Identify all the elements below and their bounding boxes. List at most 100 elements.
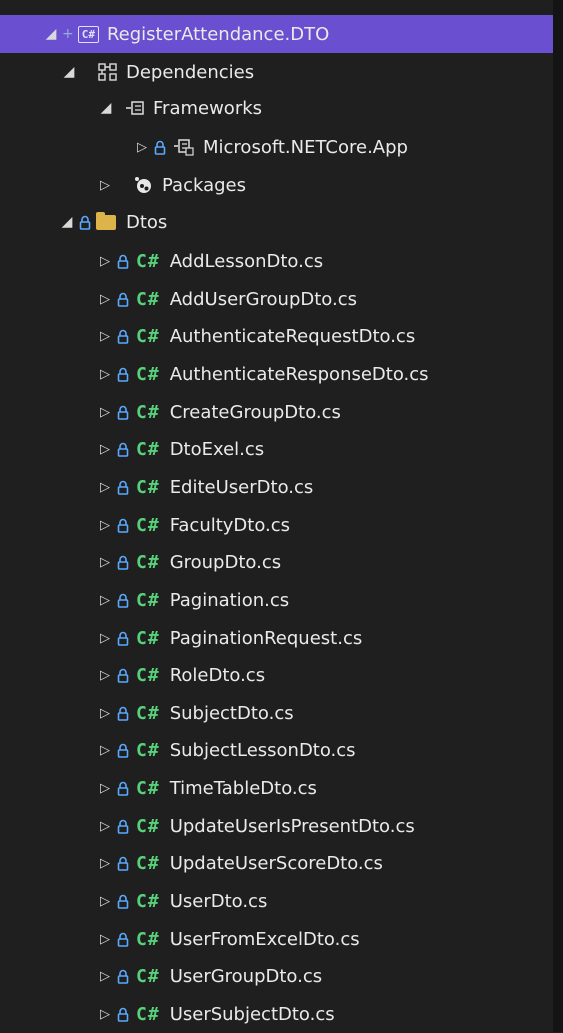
csharp-file-icon: C# (136, 288, 160, 310)
lock-icon (116, 253, 130, 269)
csharp-file-icon: C# (136, 739, 160, 761)
scrollbar-track[interactable] (553, 0, 563, 1032)
lock-icon (116, 931, 130, 947)
tree-item-file[interactable]: ▷ C# EditeUserDto.cs (0, 468, 553, 506)
tree-item-packages[interactable]: ▷ Packages (0, 166, 553, 204)
expand-arrow-icon[interactable]: ▷ (98, 291, 112, 307)
expand-arrow-icon[interactable]: ▷ (98, 479, 112, 495)
file-label: PaginationRequest.cs (169, 627, 363, 649)
tree-item-file[interactable]: ▷ C# UpdateUserIsPresentDto.cs (0, 807, 553, 845)
tree-item-frameworks[interactable]: ◢ Frameworks (0, 89, 553, 127)
tree-item-file[interactable]: ▷ C# SubjectLessonDto.cs (0, 731, 553, 769)
tree-item-file[interactable]: ▷ C# UserGroupDto.cs (0, 957, 553, 995)
netcore-label: Microsoft.NETCore.App (203, 136, 408, 158)
tree-item-file[interactable]: ▷ C# AddUserGroupDto.cs (0, 280, 553, 318)
lock-icon (116, 705, 130, 721)
project-label: RegisterAttendance.DTO (106, 23, 330, 45)
lock-icon (116, 441, 130, 457)
lock-icon (116, 855, 130, 871)
csharp-file-icon: C# (136, 589, 160, 611)
file-label: GroupDto.cs (169, 551, 282, 573)
csharp-file-icon: C# (136, 928, 160, 950)
lock-icon (116, 592, 130, 608)
frameworks-label: Frameworks (153, 97, 263, 119)
file-label: UserSubjectDto.cs (169, 1003, 335, 1025)
csharp-file-icon: C# (136, 965, 160, 987)
lock-icon (116, 291, 130, 307)
packages-icon (134, 176, 154, 194)
lock-icon (116, 328, 130, 344)
expand-arrow-icon[interactable]: ▷ (98, 554, 112, 570)
collapse-arrow-icon[interactable]: ◢ (99, 100, 113, 116)
expand-arrow-icon[interactable]: ▷ (98, 630, 112, 646)
expand-arrow-icon[interactable]: ▷ (98, 366, 112, 382)
tree-item-file[interactable]: ▷ C# DtoExel.cs (0, 430, 553, 468)
collapse-arrow-icon[interactable]: ◢ (44, 26, 58, 42)
tree-item-file[interactable]: ▷ C# AuthenticateRequestDto.cs (0, 317, 553, 355)
tree-item-file[interactable]: ▷ C# SubjectDto.cs (0, 694, 553, 732)
folder-icon (96, 211, 116, 230)
lock-icon (116, 554, 130, 570)
csharp-file-icon: C# (136, 664, 160, 686)
expand-arrow-icon[interactable]: ▷ (98, 780, 112, 796)
lock-icon (116, 630, 130, 646)
expand-arrow-icon[interactable]: ▷ (98, 968, 112, 984)
expand-arrow-icon[interactable]: ▷ (98, 893, 112, 909)
tree-item-file[interactable]: ▷ C# RoleDto.cs (0, 656, 553, 694)
file-label: AuthenticateResponseDto.cs (169, 363, 429, 385)
collapse-arrow-icon[interactable]: ◢ (62, 64, 76, 80)
file-label: SubjectDto.cs (169, 702, 294, 724)
tree-item-file[interactable]: ▷ C# AddLessonDto.cs (0, 242, 553, 280)
tree-item-file[interactable]: ▷ C# Pagination.cs (0, 581, 553, 619)
lock-icon (78, 214, 92, 230)
collapse-arrow-icon[interactable]: ◢ (60, 214, 74, 230)
lock-icon (153, 139, 167, 155)
tree-item-netcore-app[interactable]: ▷ Microsoft.NETCore.App (0, 128, 553, 166)
expand-arrow-icon[interactable]: ▷ (98, 253, 112, 269)
expand-arrow-icon[interactable]: ▷ (98, 592, 112, 608)
expand-arrow-icon[interactable]: ▷ (135, 139, 149, 155)
tree-item-file[interactable]: ▷ C# GroupDto.cs (0, 543, 553, 581)
file-label: AddLessonDto.cs (169, 250, 324, 272)
expand-arrow-icon[interactable]: ▷ (98, 667, 112, 683)
tree-item-file[interactable]: ▷ C# UserSubjectDto.cs (0, 995, 553, 1033)
frameworks-icon (125, 100, 145, 116)
tree-item-dependencies[interactable]: ◢ Dependencies (0, 53, 553, 91)
expand-arrow-icon[interactable]: ▷ (98, 742, 112, 758)
tree-item-file[interactable]: ▷ C# UserFromExcelDto.cs (0, 920, 553, 958)
reference-icon (173, 138, 195, 156)
expand-arrow-icon[interactable]: ▷ (98, 441, 112, 457)
csharp-file-icon: C# (136, 702, 160, 724)
expand-arrow-icon[interactable]: ▷ (98, 328, 112, 344)
lock-icon (116, 968, 130, 984)
tree-item-file[interactable]: ▷ C# TimeTableDto.cs (0, 769, 553, 807)
tree-item-project[interactable]: ◢ + C# RegisterAttendance.DTO (0, 15, 553, 53)
expand-arrow-icon[interactable]: ▷ (98, 855, 112, 871)
expand-arrow-icon[interactable]: ▷ (98, 1006, 112, 1022)
expand-arrow-icon[interactable]: ▷ (98, 517, 112, 533)
csharp-file-icon: C# (136, 476, 160, 498)
tree-item-file[interactable]: ▷ C# UserDto.cs (0, 882, 553, 920)
file-label: RoleDto.cs (169, 664, 266, 686)
csharp-file-icon: C# (136, 777, 160, 799)
lock-icon (116, 780, 130, 796)
expand-arrow-icon[interactable]: ▷ (98, 818, 112, 834)
tree-item-file[interactable]: ▷ C# AuthenticateResponseDto.cs (0, 355, 553, 393)
csharp-file-icon: C# (136, 852, 160, 874)
tree-item-file[interactable]: ▷ C# FacultyDto.cs (0, 506, 553, 544)
csharp-file-icon: C# (136, 514, 160, 536)
file-label: AddUserGroupDto.cs (169, 288, 357, 310)
tree-item-file[interactable]: ▷ C# UpdateUserScoreDto.cs (0, 844, 553, 882)
lock-icon (116, 1006, 130, 1022)
csharp-file-icon: C# (136, 250, 160, 272)
expand-arrow-icon[interactable]: ▷ (98, 177, 112, 193)
expand-arrow-icon[interactable]: ▷ (98, 931, 112, 947)
expand-arrow-icon[interactable]: ▷ (98, 705, 112, 721)
expand-arrow-icon[interactable]: ▷ (98, 404, 112, 420)
dtos-label: Dtos (126, 211, 168, 233)
file-label: UpdateUserIsPresentDto.cs (169, 815, 415, 837)
tree-item-dtos-folder[interactable]: ◢ Dtos (0, 203, 553, 241)
tree-item-file[interactable]: ▷ C# PaginationRequest.cs (0, 619, 553, 657)
tree-item-file[interactable]: ▷ C# CreateGroupDto.cs (0, 393, 553, 431)
csharp-file-icon: C# (136, 627, 160, 649)
